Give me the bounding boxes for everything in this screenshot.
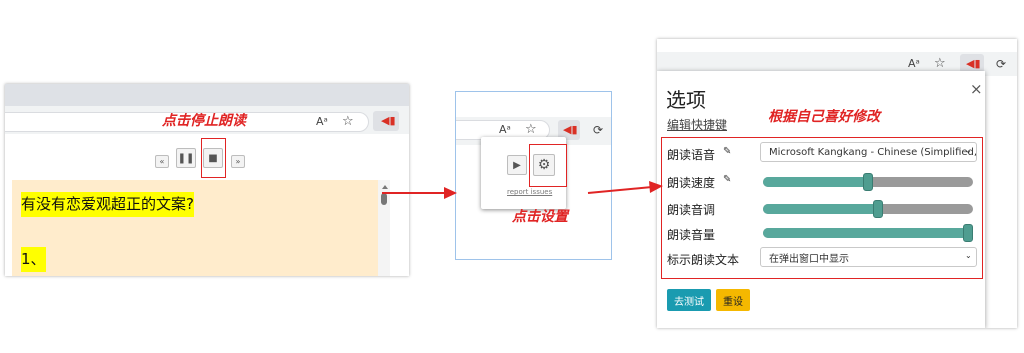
read-aloud-extension-button[interactable]: ◀▮ bbox=[373, 111, 399, 131]
megaphone-icon: ◀▮ bbox=[381, 114, 396, 127]
callout-options: 根据自己喜好修改 bbox=[768, 109, 880, 125]
bookmark-star-icon[interactable]: ☆ bbox=[342, 114, 354, 129]
edit-shortcuts-link[interactable]: 编辑快捷键 bbox=[667, 116, 727, 133]
options-highlight-box bbox=[661, 137, 983, 279]
browser-tabstrip bbox=[5, 84, 409, 106]
read-aloud-icon[interactable]: Aᵃ bbox=[316, 115, 328, 128]
screenshot-panel-options: Aᵃ ☆ ◀▮ ⟳ 选项 × 编辑快捷键 朗读语音 ✎ Microsoft Ka… bbox=[657, 39, 1017, 328]
reset-button[interactable]: 重设 bbox=[716, 289, 750, 311]
play-button[interactable]: ▶ bbox=[507, 155, 527, 175]
report-issues-link[interactable]: report issues bbox=[507, 188, 552, 196]
options-title: 选项 bbox=[666, 88, 706, 112]
play-icon: ▶ bbox=[513, 159, 521, 171]
rewind-icon: « bbox=[159, 157, 165, 166]
extensions-icon[interactable]: ⟳ bbox=[996, 57, 1006, 71]
bookmark-star-icon[interactable]: ☆ bbox=[934, 56, 946, 71]
test-button[interactable]: 去测试 bbox=[667, 289, 711, 311]
arrow-to-settings bbox=[382, 187, 457, 199]
callout-stop: 点击停止朗读 bbox=[162, 113, 246, 129]
rewind-button[interactable]: « bbox=[155, 155, 169, 168]
extensions-icon[interactable]: ⟳ bbox=[593, 123, 603, 137]
text-line-2: 1、 bbox=[21, 247, 46, 272]
reading-text-pane: 有没有恋爱观超正的文案? 1、 bbox=[12, 180, 378, 276]
screenshot-panel-settings: Aᵃ ☆ ◀▮ ⟳ ▶ ⚙ report issues bbox=[455, 91, 612, 260]
callout-settings: 点击设置 bbox=[512, 209, 568, 225]
text-line-1: 有没有恋爱观超正的文案? bbox=[21, 192, 194, 217]
pause-button[interactable]: ❚❚ bbox=[176, 148, 196, 168]
stop-highlight-box bbox=[201, 138, 226, 178]
megaphone-icon: ◀▮ bbox=[966, 57, 981, 70]
read-aloud-icon[interactable]: Aᵃ bbox=[908, 57, 920, 70]
megaphone-icon: ◀▮ bbox=[563, 123, 578, 136]
pause-icon: ❚❚ bbox=[177, 152, 195, 164]
settings-highlight-box bbox=[529, 144, 567, 187]
close-icon[interactable]: × bbox=[970, 80, 983, 98]
forward-icon: » bbox=[235, 157, 241, 166]
read-aloud-icon[interactable]: Aᵃ bbox=[499, 123, 511, 136]
bookmark-star-icon[interactable]: ☆ bbox=[525, 122, 537, 137]
arrow-to-options bbox=[587, 181, 663, 194]
forward-button[interactable]: » bbox=[231, 155, 245, 168]
